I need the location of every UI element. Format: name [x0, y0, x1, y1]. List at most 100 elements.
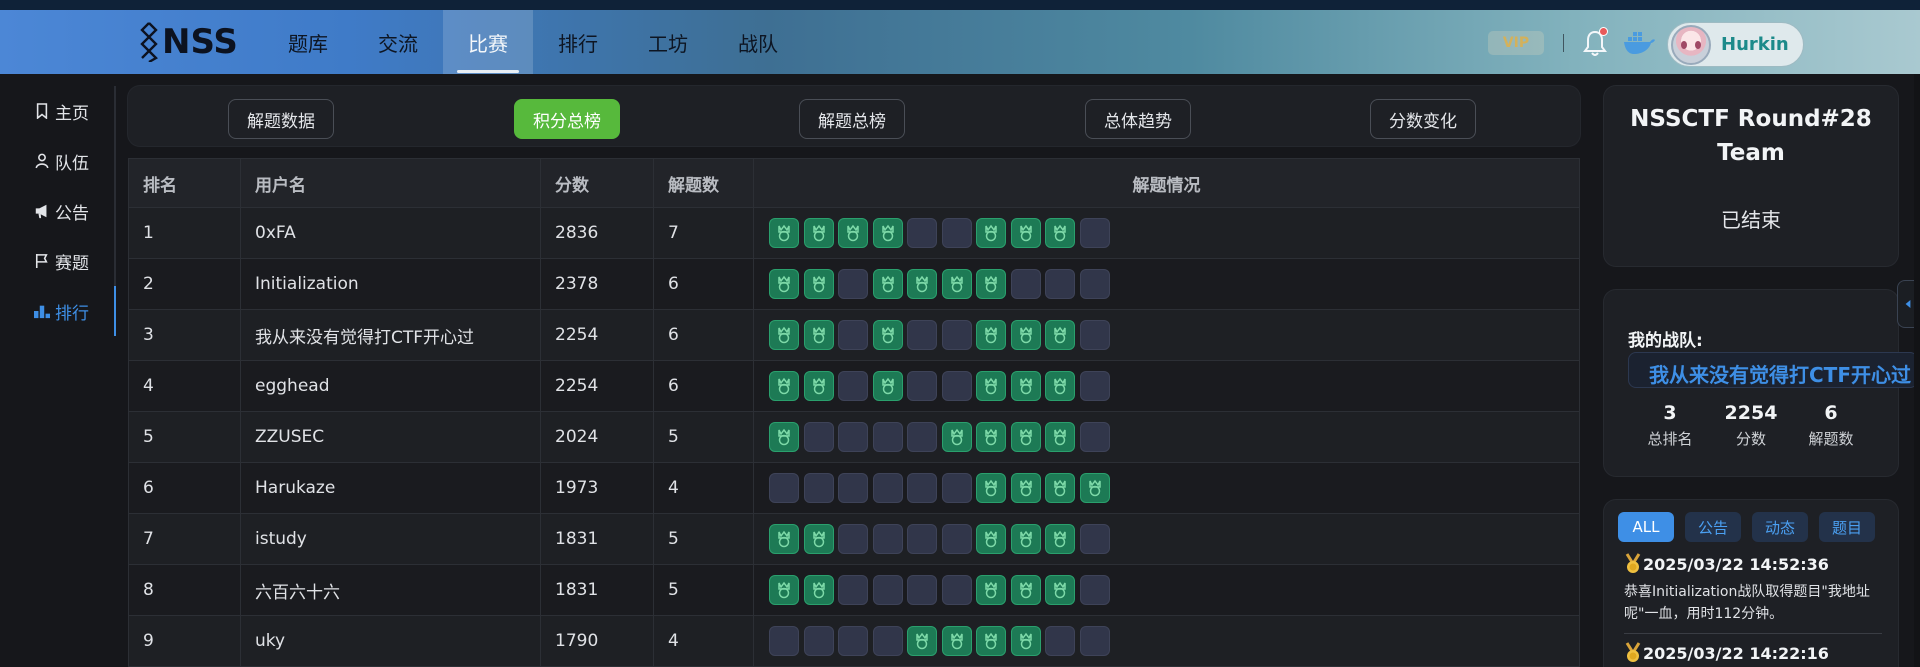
feed-tab-activity[interactable]: 动态	[1752, 512, 1808, 542]
unsolved-challenge-box[interactable]	[769, 473, 799, 503]
vip-badge[interactable]: VIP	[1488, 31, 1544, 55]
nav-item-workshop[interactable]: 工坊	[623, 10, 713, 74]
solved-challenge-icon[interactable]	[769, 218, 799, 248]
username-cell[interactable]: uky	[241, 616, 541, 666]
solved-challenge-icon[interactable]	[907, 626, 937, 656]
unsolved-challenge-box[interactable]	[1045, 269, 1075, 299]
tab-overall-trend[interactable]: 总体趋势	[1085, 99, 1191, 139]
username-cell[interactable]: ZZUSEC	[241, 412, 541, 462]
solved-challenge-icon[interactable]	[803, 218, 834, 248]
solved-challenge-icon[interactable]	[1045, 218, 1075, 248]
tab-solve-data[interactable]: 解题数据	[228, 99, 334, 139]
unsolved-challenge-box[interactable]	[941, 575, 972, 605]
sidebar-item-home[interactable]: 主页	[0, 86, 118, 136]
solved-challenge-icon[interactable]	[803, 320, 834, 350]
unsolved-challenge-box[interactable]	[1079, 371, 1110, 401]
solved-challenge-icon[interactable]	[1079, 473, 1110, 503]
docker-icon[interactable]	[1622, 30, 1656, 56]
username-cell[interactable]: istudy	[241, 514, 541, 564]
solved-challenge-icon[interactable]	[1010, 473, 1041, 503]
unsolved-challenge-box[interactable]	[803, 626, 834, 656]
solved-challenge-icon[interactable]	[976, 218, 1006, 248]
feed-tab-all[interactable]: ALL	[1618, 512, 1674, 542]
feed-tab-challenges[interactable]: 题目	[1819, 512, 1875, 542]
solved-challenge-icon[interactable]	[769, 320, 799, 350]
solved-challenge-icon[interactable]	[1010, 524, 1041, 554]
unsolved-challenge-box[interactable]	[838, 269, 868, 299]
solved-challenge-icon[interactable]	[1010, 371, 1041, 401]
unsolved-challenge-box[interactable]	[838, 320, 868, 350]
solved-challenge-icon[interactable]	[872, 320, 903, 350]
header-username[interactable]: 用户名	[241, 159, 541, 207]
unsolved-challenge-box[interactable]	[941, 473, 972, 503]
solved-challenge-icon[interactable]	[803, 575, 834, 605]
tab-solve-total[interactable]: 解题总榜	[799, 99, 905, 139]
nav-item-ranking[interactable]: 排行	[533, 10, 623, 74]
username-cell[interactable]: Harukaze	[241, 463, 541, 513]
nav-item-problems[interactable]: 题库	[263, 10, 353, 74]
unsolved-challenge-box[interactable]	[1010, 269, 1041, 299]
unsolved-challenge-box[interactable]	[872, 626, 903, 656]
solved-challenge-icon[interactable]	[1010, 626, 1041, 656]
solved-challenge-icon[interactable]	[769, 575, 799, 605]
solved-challenge-icon[interactable]	[872, 269, 903, 299]
unsolved-challenge-box[interactable]	[1079, 269, 1110, 299]
solved-challenge-icon[interactable]	[976, 320, 1006, 350]
solved-challenge-icon[interactable]	[872, 218, 903, 248]
username-cell[interactable]: 我从来没有觉得打CTF开心过	[241, 310, 541, 360]
unsolved-challenge-box[interactable]	[872, 473, 903, 503]
solved-challenge-icon[interactable]	[976, 575, 1006, 605]
my-team-name-box[interactable]: 我从来没有觉得打CTF开心过	[1628, 352, 1918, 388]
solved-challenge-icon[interactable]	[803, 524, 834, 554]
solved-challenge-icon[interactable]	[1010, 218, 1041, 248]
user-menu[interactable]: Hurkin	[1667, 22, 1804, 67]
header-solved[interactable]: 解题数	[654, 159, 754, 207]
unsolved-challenge-box[interactable]	[907, 422, 937, 452]
solved-challenge-icon[interactable]	[769, 422, 799, 452]
unsolved-challenge-box[interactable]	[803, 473, 834, 503]
tab-score-change[interactable]: 分数变化	[1370, 99, 1476, 139]
unsolved-challenge-box[interactable]	[907, 473, 937, 503]
unsolved-challenge-box[interactable]	[941, 524, 972, 554]
unsolved-challenge-box[interactable]	[941, 320, 972, 350]
nav-item-teams[interactable]: 战队	[713, 10, 803, 74]
solved-challenge-icon[interactable]	[769, 371, 799, 401]
unsolved-challenge-box[interactable]	[907, 524, 937, 554]
unsolved-challenge-box[interactable]	[872, 524, 903, 554]
solved-challenge-icon[interactable]	[907, 269, 937, 299]
solved-challenge-icon[interactable]	[1010, 575, 1041, 605]
solved-challenge-icon[interactable]	[976, 473, 1006, 503]
solved-challenge-icon[interactable]	[976, 626, 1006, 656]
header-rank[interactable]: 排名	[128, 159, 241, 207]
unsolved-challenge-box[interactable]	[907, 371, 937, 401]
username-cell[interactable]: Initialization	[241, 259, 541, 309]
unsolved-challenge-box[interactable]	[941, 218, 972, 248]
solved-challenge-icon[interactable]	[1045, 473, 1075, 503]
nav-item-forum[interactable]: 交流	[353, 10, 443, 74]
sidebar-item-team[interactable]: 队伍	[0, 136, 118, 186]
solved-challenge-icon[interactable]	[1010, 320, 1041, 350]
solved-challenge-icon[interactable]	[976, 371, 1006, 401]
unsolved-challenge-box[interactable]	[1079, 626, 1110, 656]
unsolved-challenge-box[interactable]	[907, 218, 937, 248]
solved-challenge-icon[interactable]	[1045, 422, 1075, 452]
solved-challenge-icon[interactable]	[803, 371, 834, 401]
unsolved-challenge-box[interactable]	[1045, 626, 1075, 656]
solved-challenge-icon[interactable]	[976, 524, 1006, 554]
unsolved-challenge-box[interactable]	[838, 473, 868, 503]
solved-challenge-icon[interactable]	[803, 269, 834, 299]
solved-challenge-icon[interactable]	[941, 626, 972, 656]
sidebar-item-ranking[interactable]: 排行	[0, 286, 118, 336]
header-score[interactable]: 分数	[541, 159, 654, 207]
solved-challenge-icon[interactable]	[1045, 371, 1075, 401]
tab-points-total[interactable]: 积分总榜	[514, 99, 620, 139]
unsolved-challenge-box[interactable]	[838, 371, 868, 401]
unsolved-challenge-box[interactable]	[907, 575, 937, 605]
unsolved-challenge-box[interactable]	[872, 422, 903, 452]
unsolved-challenge-box[interactable]	[872, 575, 903, 605]
username-cell[interactable]: 0xFA	[241, 208, 541, 258]
unsolved-challenge-box[interactable]	[838, 524, 868, 554]
unsolved-challenge-box[interactable]	[838, 626, 868, 656]
sidebar-item-challenges[interactable]: 赛题	[0, 236, 118, 286]
solved-challenge-icon[interactable]	[941, 422, 972, 452]
